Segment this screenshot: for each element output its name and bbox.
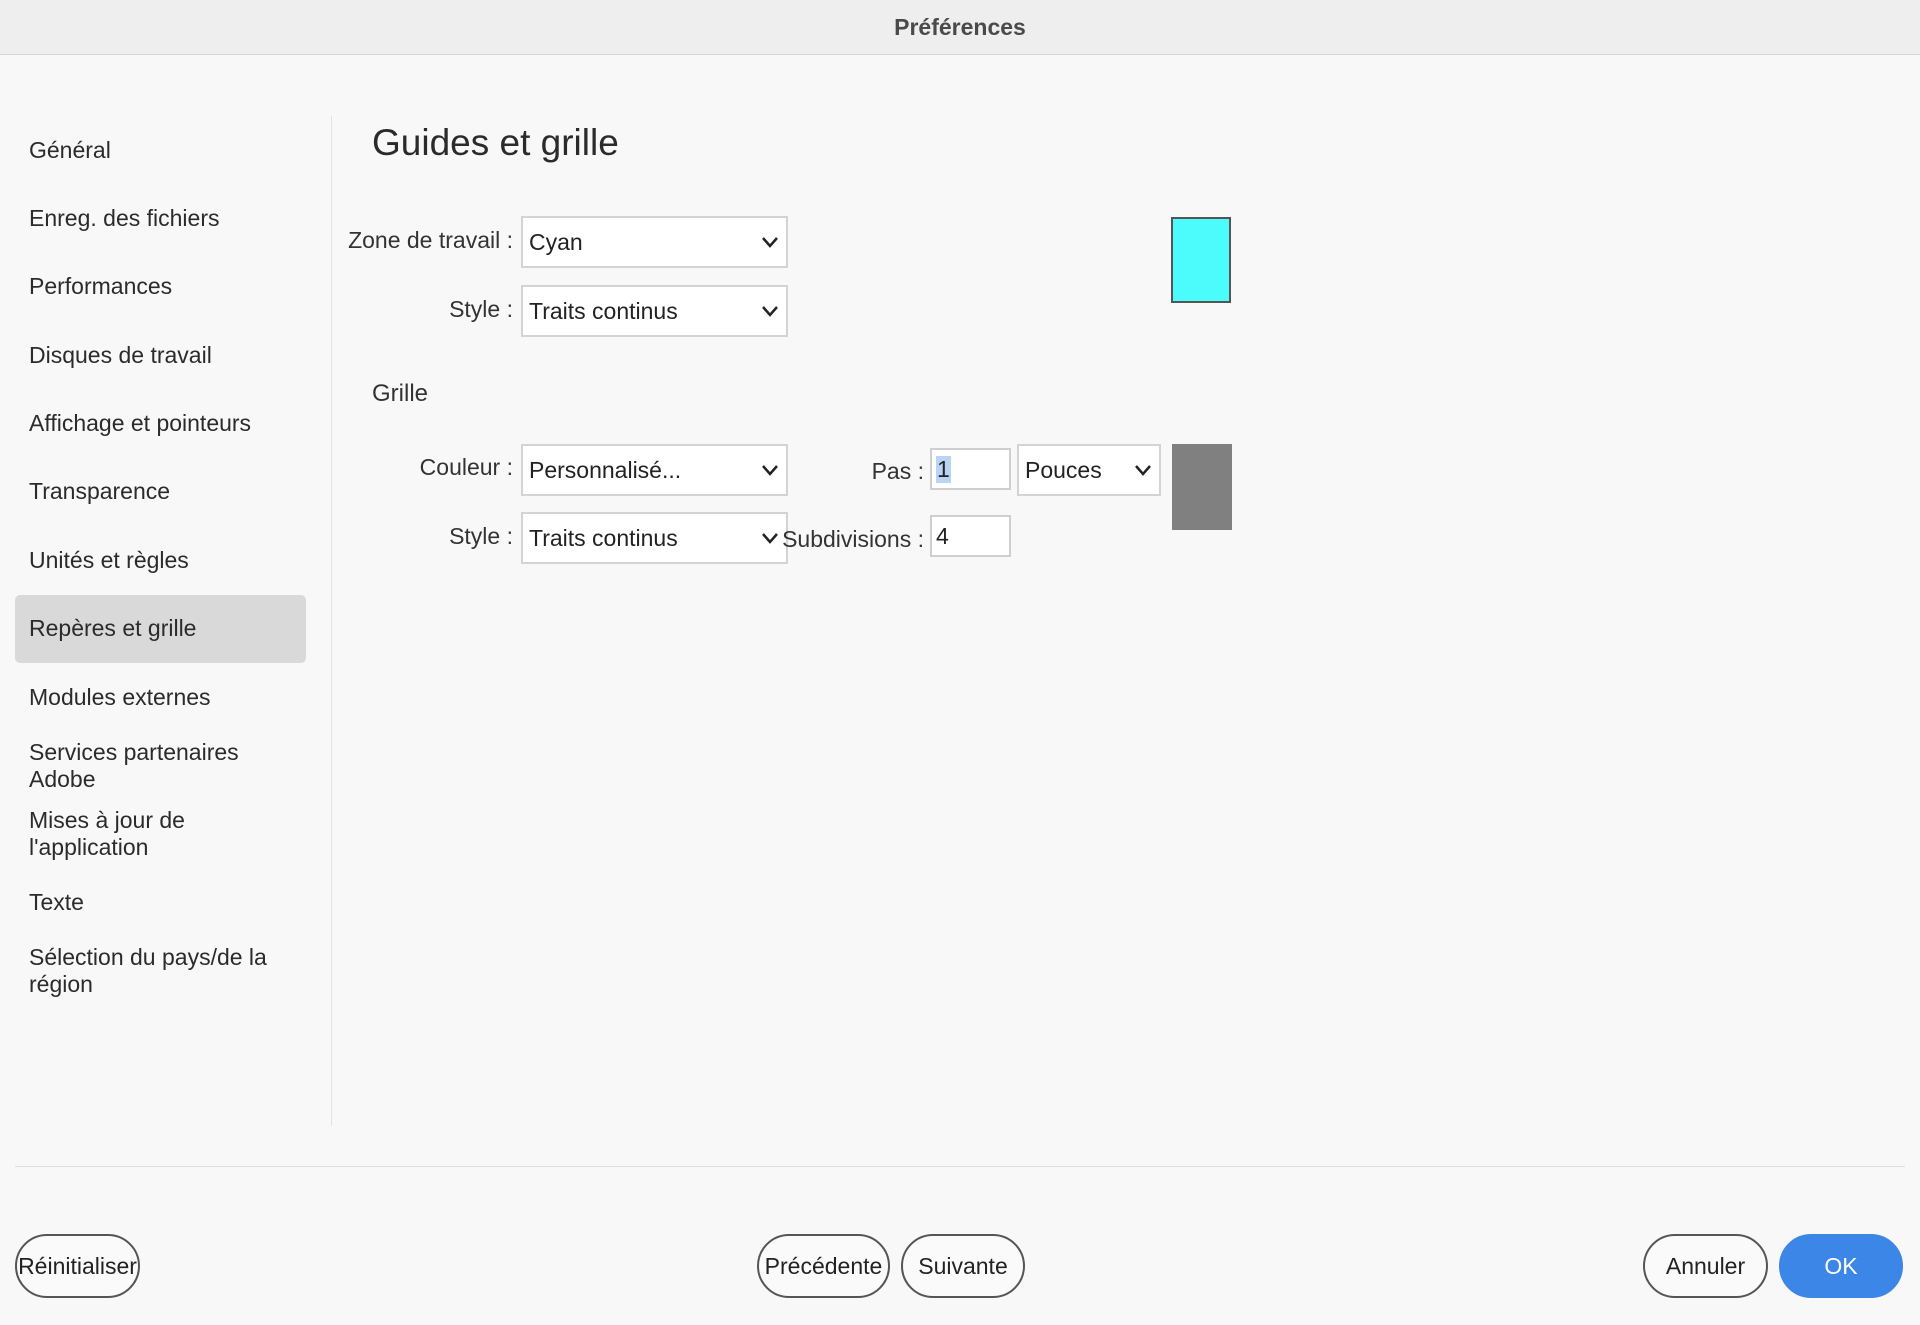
grid-unit-value: Pouces: [1025, 456, 1102, 483]
sidebar-divider: [331, 116, 332, 1126]
cancel-button[interactable]: Annuler: [1643, 1234, 1768, 1298]
sidebar-item-performance[interactable]: Performances: [15, 253, 306, 321]
grid-color-select[interactable]: Personnalisé...: [521, 444, 788, 496]
sidebar-item-general[interactable]: Général: [15, 116, 306, 184]
guides-color-swatch[interactable]: [1171, 217, 1231, 303]
sidebar-item-file-handling[interactable]: Enreg. des fichiers: [15, 184, 306, 252]
sidebar: Général Enreg. des fichiers Performances…: [15, 116, 306, 1005]
footer-divider: [15, 1166, 1905, 1167]
guides-zone-select[interactable]: Cyan: [521, 216, 788, 268]
chevron-down-icon: [1135, 465, 1151, 476]
ok-button[interactable]: OK: [1779, 1234, 1903, 1298]
sidebar-item-cursors[interactable]: Affichage et pointeurs: [15, 390, 306, 458]
grid-style-label: Style :: [449, 523, 513, 549]
chevron-down-icon: [762, 237, 778, 248]
sidebar-item-app-updates[interactable]: Mises à jour de l'application: [15, 800, 306, 868]
next-button[interactable]: Suivante: [901, 1234, 1025, 1298]
guides-style-label: Style :: [449, 296, 513, 322]
sidebar-item-transparency[interactable]: Transparence: [15, 458, 306, 526]
guides-zone-label: Zone de travail :: [348, 227, 513, 253]
chevron-down-icon: [762, 533, 778, 544]
chevron-down-icon: [762, 306, 778, 317]
page-title: Guides et grille: [372, 122, 619, 163]
guides-zone-value: Cyan: [529, 228, 583, 255]
grid-unit-select[interactable]: Pouces: [1017, 444, 1161, 496]
window-titlebar: Préférences: [0, 0, 1920, 55]
grid-color-value: Personnalisé...: [529, 456, 682, 483]
sidebar-item-scratch-disks[interactable]: Disques de travail: [15, 321, 306, 389]
grid-step-value: 1: [936, 455, 951, 483]
sidebar-item-text[interactable]: Texte: [15, 868, 306, 936]
window-title: Préférences: [894, 13, 1026, 40]
grid-color-swatch[interactable]: [1172, 444, 1232, 530]
sidebar-item-units-rulers[interactable]: Unités et règles: [15, 526, 306, 594]
sidebar-item-guides-grid[interactable]: Repères et grille: [15, 594, 306, 663]
grid-subdivisions-label: Subdivisions :: [782, 526, 924, 552]
sidebar-item-adobe-partner-services[interactable]: Services partenaires Adobe: [15, 732, 306, 800]
sidebar-item-region[interactable]: Sélection du pays/de la région: [15, 937, 306, 1005]
grid-color-label: Couleur :: [419, 454, 513, 480]
grid-section-label: Grille: [372, 380, 429, 407]
grid-style-value: Traits continus: [529, 524, 678, 551]
guides-style-value: Traits continus: [529, 297, 678, 324]
grid-subdivisions-input[interactable]: 4: [930, 515, 1011, 557]
grid-subdivisions-value: 4: [936, 522, 949, 549]
previous-button[interactable]: Précédente: [757, 1234, 890, 1298]
guides-style-select[interactable]: Traits continus: [521, 285, 788, 337]
reset-button[interactable]: Réinitialiser: [15, 1234, 140, 1298]
grid-step-label: Pas :: [871, 458, 924, 484]
chevron-down-icon: [762, 465, 778, 476]
grid-step-input[interactable]: 1: [930, 448, 1011, 490]
sidebar-item-plugins[interactable]: Modules externes: [15, 663, 306, 731]
grid-style-select[interactable]: Traits continus: [521, 512, 788, 564]
